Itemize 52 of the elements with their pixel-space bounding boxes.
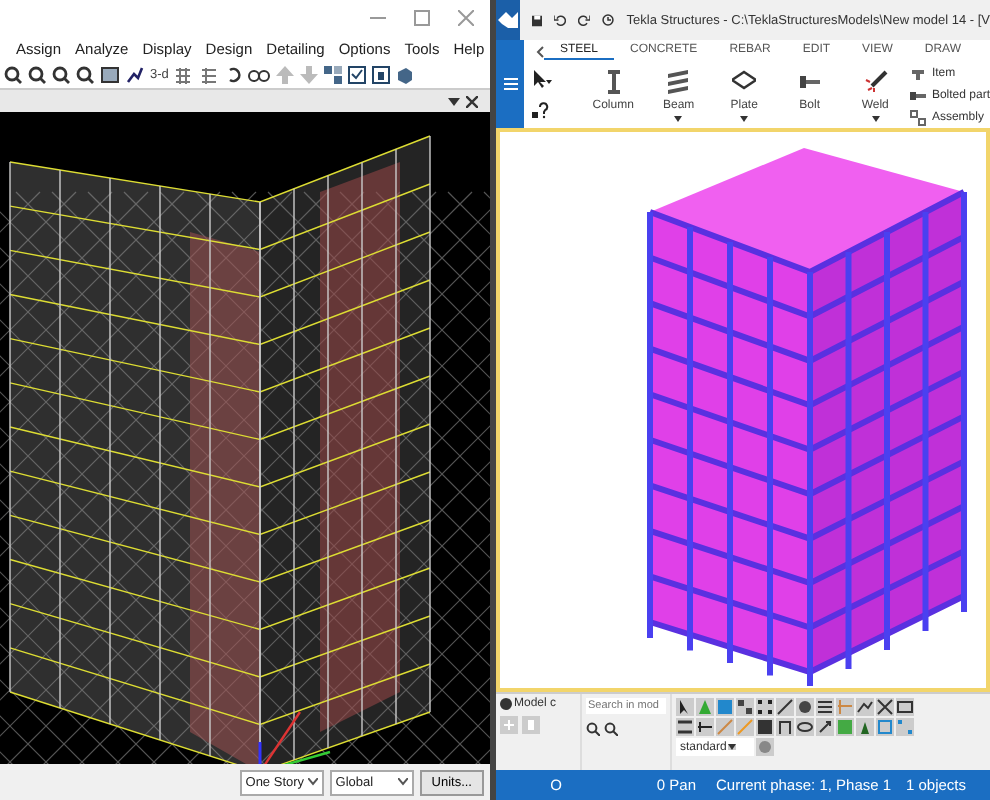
close-icon[interactable] [466,95,478,107]
item-icon [909,65,926,81]
toolbar-tool-icon[interactable] [756,698,774,716]
cube-icon[interactable] [396,65,415,83]
toolbar-tool-icon[interactable] [676,698,694,716]
zoom-icon[interactable] [76,65,94,83]
grid-icon[interactable] [200,65,221,83]
grid-icon[interactable] [174,65,195,83]
clock-icon[interactable] [602,12,615,28]
display-options-icon[interactable] [324,65,343,83]
model-icon [500,698,512,710]
line-icon[interactable] [126,65,144,83]
dropdown-caret-icon [307,778,318,786]
checkbox-icon[interactable] [348,65,367,83]
select-help-icon[interactable] [532,102,552,121]
section-icon[interactable] [372,65,391,83]
toolbar-tool-icon[interactable] [696,718,714,736]
chevron-left-icon[interactable] [536,45,544,57]
toolbar-tool-icon[interactable] [876,698,894,716]
toolbar-tool-icon[interactable] [856,718,874,736]
search-icon[interactable] [586,722,600,736]
dropdown-caret-icon[interactable] [448,95,460,107]
undo-icon[interactable] [554,12,567,28]
zoom-icon[interactable] [52,65,70,83]
toolbar-tool-icon[interactable] [796,698,814,716]
app-logo[interactable] [496,0,521,40]
search-icon[interactable] [604,722,618,736]
bolted-part-icon [909,87,926,103]
maximize-icon[interactable] [414,10,430,26]
glasses-icon[interactable] [248,65,271,83]
toolbar-tool-icon[interactable] [736,698,754,716]
toolbar-tool-icon[interactable] [676,718,694,736]
assembly-icon [909,109,926,125]
menu-icon[interactable] [503,78,517,90]
redo-icon[interactable] [578,12,591,28]
toolbar-tool-icon[interactable] [756,718,774,736]
pointer-icon[interactable] [532,69,552,88]
save-icon[interactable] [532,13,543,27]
beam-icon [666,68,691,96]
zoom-icon[interactable] [28,65,46,83]
dropdown-caret-icon [728,744,737,750]
toolbar-tool-icon[interactable] [816,718,834,736]
dropdown-caret-icon [397,778,408,786]
zoom-icon[interactable] [4,65,22,83]
toolbar-tool-icon[interactable] [796,718,814,736]
rotate-icon[interactable] [226,65,243,83]
toolbar-tool-icon[interactable] [776,698,794,716]
rubber-band-icon[interactable] [100,65,120,83]
toolbar-tool-icon[interactable] [776,718,794,736]
weld-icon [863,68,888,96]
toolbar-tool-icon[interactable] [816,698,834,716]
toolbar-tool-icon[interactable] [856,698,874,716]
